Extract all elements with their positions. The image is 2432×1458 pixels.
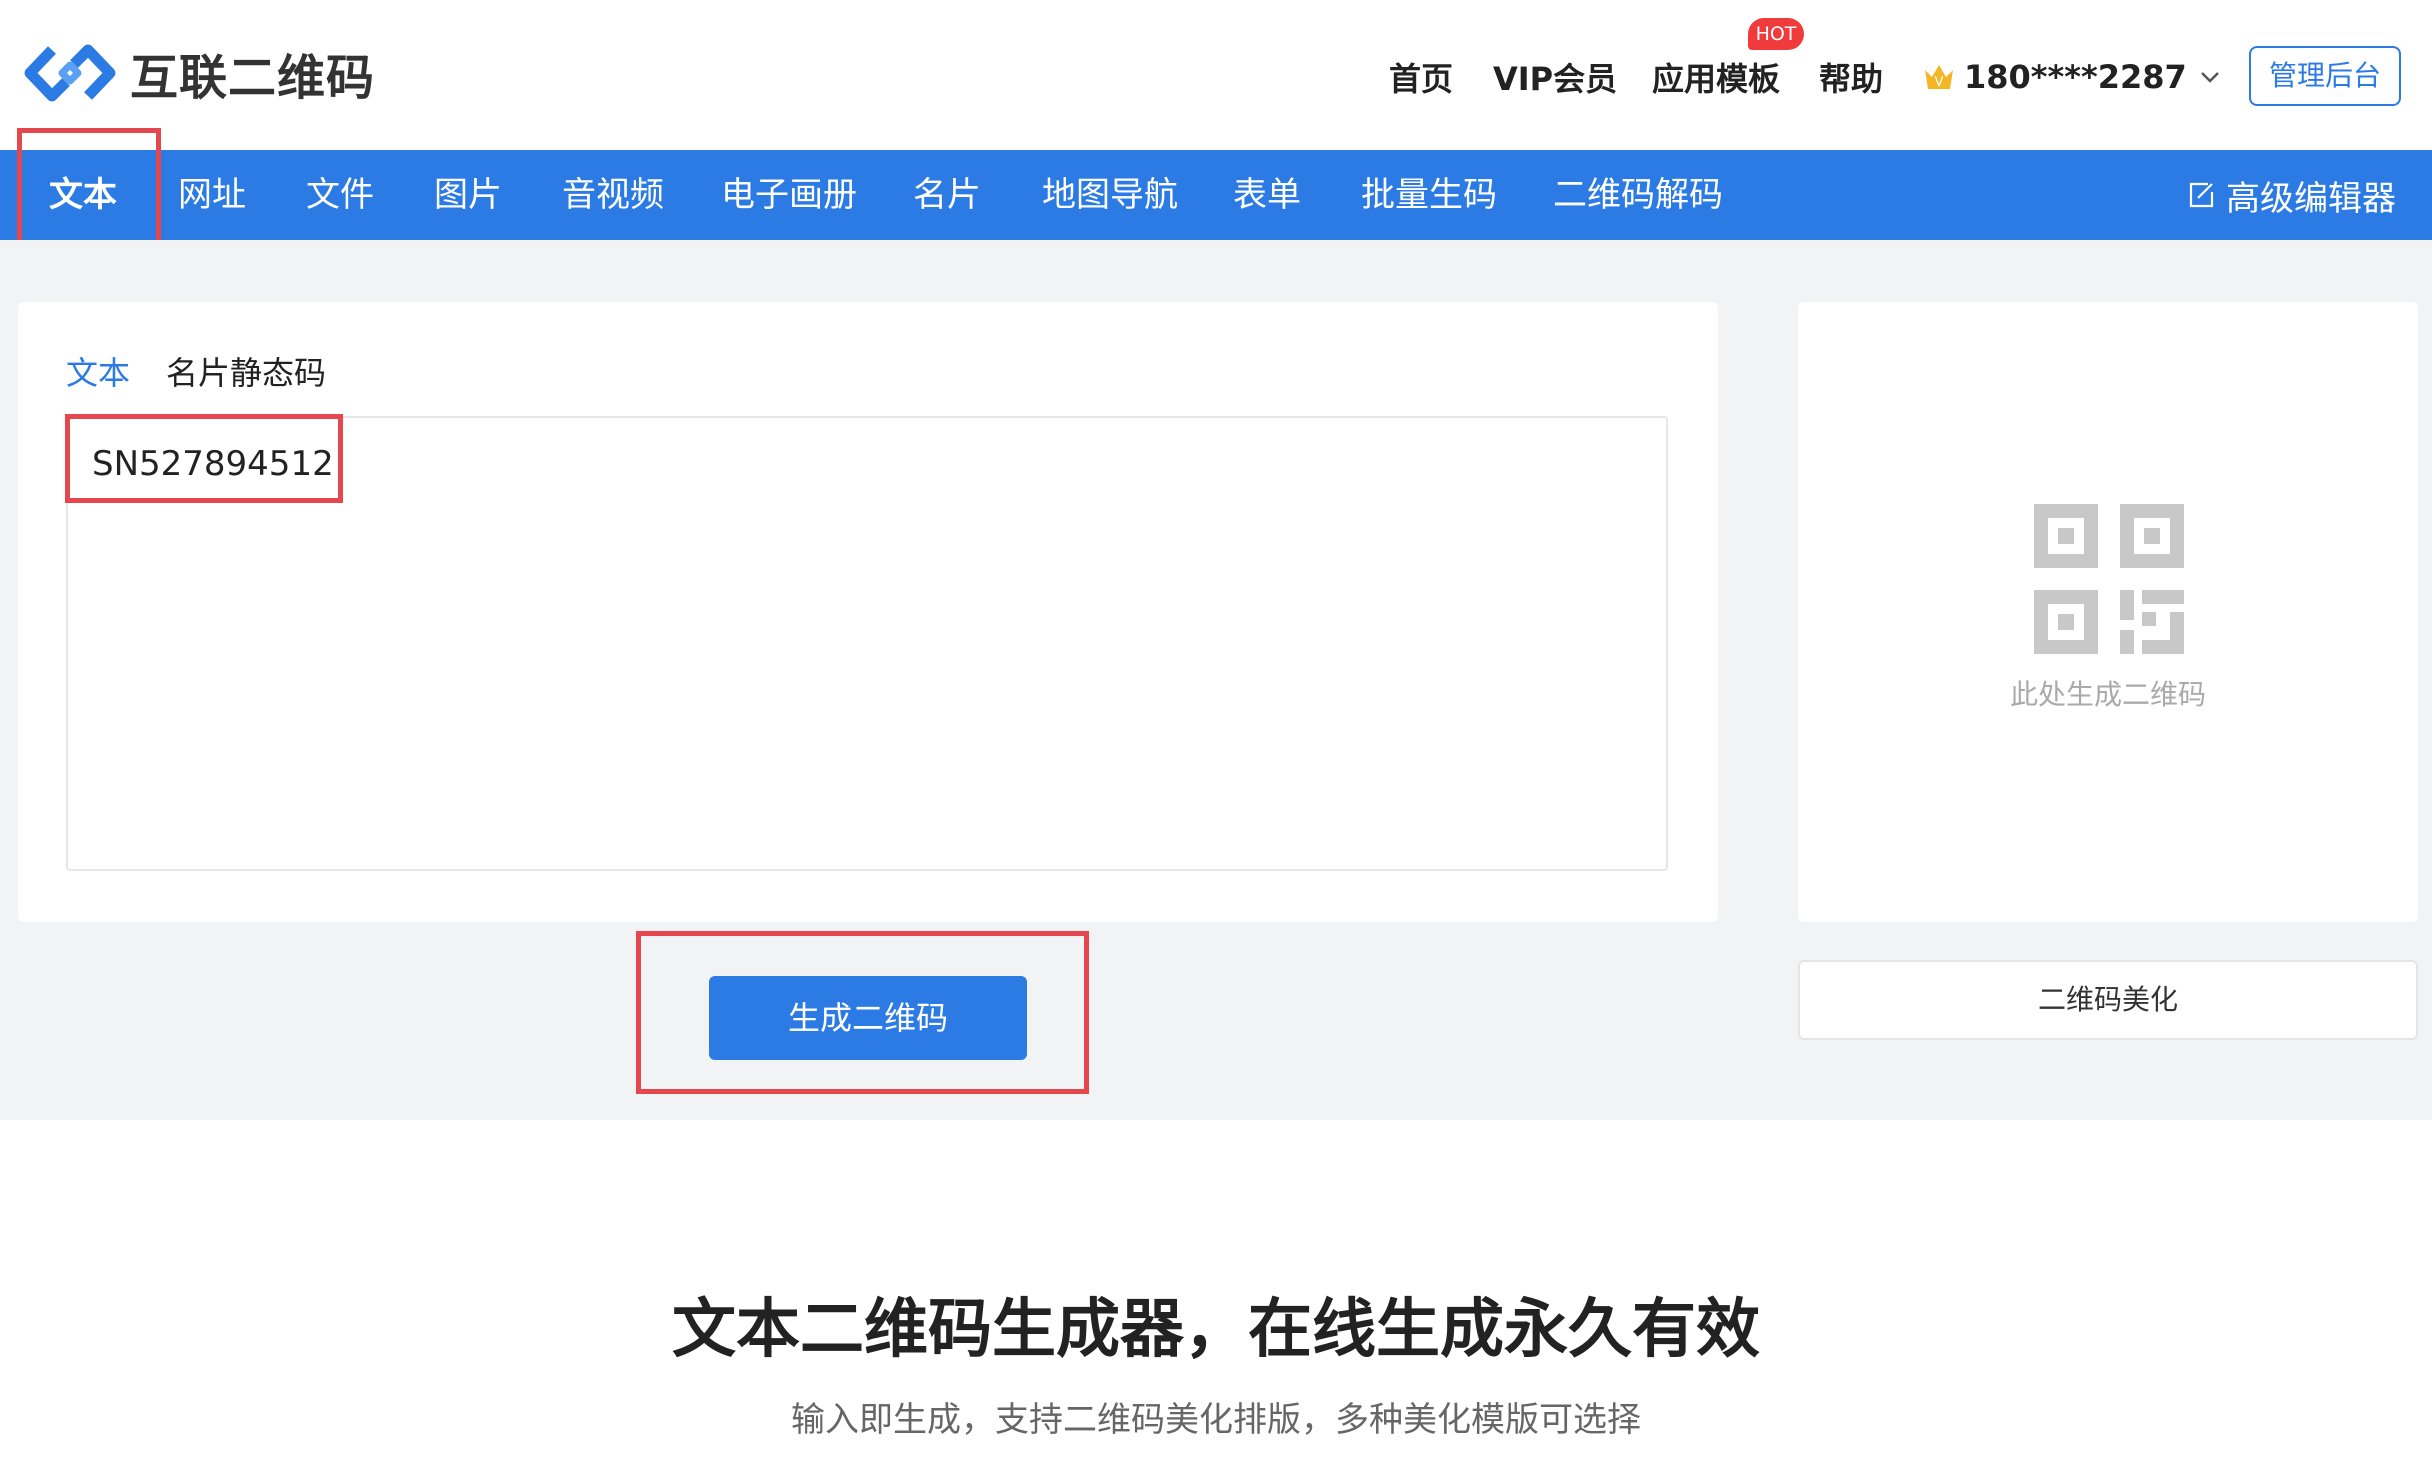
tab-map-navigation[interactable]: 地图导航 <box>1042 150 1178 240</box>
top-nav-templates[interactable]: 应用模板 <box>1652 54 1780 100</box>
hot-badge: HOT <box>1748 18 1804 50</box>
user-menu[interactable]: V 180****2287 <box>1922 52 2223 102</box>
top-nav-home[interactable]: 首页 <box>1389 54 1453 100</box>
tab-form[interactable]: 表单 <box>1233 150 1301 240</box>
user-phone: 180****2287 <box>1964 58 2187 96</box>
tab-image[interactable]: 图片 <box>434 150 502 240</box>
tab-audio-video[interactable]: 音视频 <box>562 150 664 240</box>
text-input-value: SN527894512 <box>92 444 334 484</box>
tab-ebook[interactable]: 电子画册 <box>721 150 857 240</box>
chevron-down-icon <box>2200 72 2219 83</box>
qr-preview-card: 此处生成二维码 <box>1798 302 2418 922</box>
site-header: 互联二维码 首页 VIP会员 应用模板 帮助 HOT V 180****2287… <box>0 0 2432 150</box>
subtab-card-static-code[interactable]: 名片静态码 <box>166 348 326 394</box>
advanced-editor-label: 高级编辑器 <box>2226 178 2396 219</box>
subtab-text[interactable]: 文本 <box>66 348 130 394</box>
edit-icon <box>2189 182 2214 208</box>
admin-dashboard-button[interactable]: 管理后台 <box>2249 46 2401 106</box>
top-nav-help[interactable]: 帮助 <box>1819 54 1883 100</box>
tab-batch-generate[interactable]: 批量生码 <box>1361 150 1497 240</box>
tab-qr-decode[interactable]: 二维码解码 <box>1553 150 1723 240</box>
text-input-area[interactable] <box>66 416 1668 871</box>
tab-url[interactable]: 网址 <box>178 150 246 240</box>
crown-icon: V <box>1925 65 1953 90</box>
tab-business-card[interactable]: 名片 <box>913 150 981 240</box>
work-area: 文本 名片静态码 SN527894512 生成二维码 此处生成二维码 二维码美化 <box>0 240 2432 1120</box>
advanced-editor-link[interactable]: 高级编辑器 <box>2186 150 2396 240</box>
qr-beautify-button[interactable]: 二维码美化 <box>1798 960 2418 1040</box>
top-nav-vip[interactable]: VIP会员 <box>1493 54 1617 100</box>
qr-type-navbar: 文本 网址 文件 图片 音视频 电子画册 名片 地图导航 表单 批量生码 二维码… <box>0 150 2432 240</box>
qr-preview-placeholder: 此处生成二维码 <box>2009 678 2206 711</box>
qr-code-icon <box>2034 504 2184 654</box>
hero-subtitle: 输入即生成，支持二维码美化排版，多种美化模版可选择 <box>791 1400 1641 1440</box>
svg-text:V: V <box>1935 75 1944 90</box>
hero-title: 文本二维码生成器，在线生成永久有效 <box>672 1293 1760 1367</box>
tab-file[interactable]: 文件 <box>306 150 374 240</box>
generate-qr-button[interactable]: 生成二维码 <box>709 976 1027 1060</box>
tab-text[interactable]: 文本 <box>49 150 117 240</box>
